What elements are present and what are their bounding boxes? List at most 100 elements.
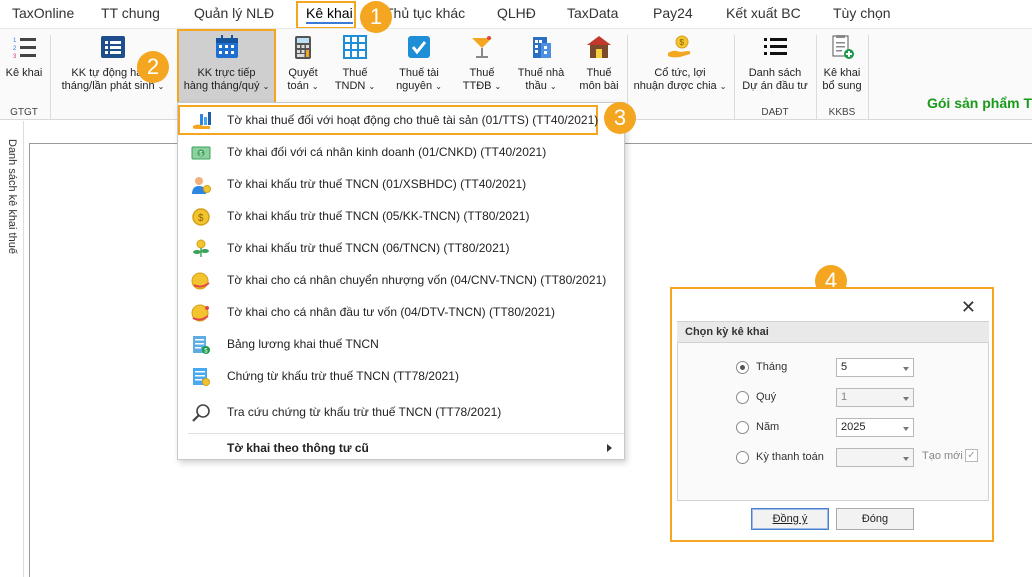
chevron-down-icon bbox=[903, 427, 909, 431]
dropdown-item-chung-tu[interactable]: Chứng từ khấu trừ thuế TNCN (TT78/2021) bbox=[178, 361, 624, 391]
group-daat: DAĐT bbox=[761, 107, 789, 118]
checkbox-icon bbox=[408, 36, 430, 58]
dropdown-item-06-tncn[interactable]: Tờ khai khấu trừ thuế TNCN (06/TNCN) (TT… bbox=[178, 233, 624, 263]
btn-ke-khai-bo-sung-label2: bổ sung bbox=[822, 80, 862, 92]
ribbon-divider bbox=[734, 35, 735, 119]
dropdown-item-04-cnv-tncn[interactable]: Tờ khai cho cá nhân chuyển nhượng vốn (0… bbox=[178, 265, 624, 295]
dropdown-item-05-kk-tncn[interactable]: $ Tờ khai khấu trừ thuế TNCN (05/KK-TNCN… bbox=[178, 201, 624, 231]
btn-danh-sach-du-an-label1: Danh sách bbox=[748, 67, 802, 79]
btn-thue-tndn-label2: TNDN bbox=[334, 80, 366, 92]
tao-moi-checkbox[interactable]: ✓ bbox=[965, 449, 978, 462]
list-numbered-icon: 1 2 3 bbox=[13, 38, 36, 60]
coin-invest-icon bbox=[191, 304, 209, 322]
svg-text:3: 3 bbox=[13, 54, 17, 60]
btn-danh-sach-du-an[interactable]: Danh sách Dự án đầu tư bbox=[737, 33, 813, 93]
btn-thue-mon-bai-label1: Thuế bbox=[586, 67, 612, 79]
radio-thang[interactable] bbox=[736, 361, 749, 374]
btn-thue-mon-bai-label2: môn bài bbox=[579, 80, 619, 92]
menu-ket-xuat-bc[interactable]: Kết xuất BC bbox=[726, 5, 801, 21]
table-grid-icon bbox=[343, 35, 367, 59]
chevron-right-icon bbox=[607, 444, 612, 452]
btn-thue-tndn[interactable]: Thuế TNDN ⌄ bbox=[331, 33, 379, 93]
dropdown-item-tra-cuu[interactable]: Tra cứu chứng từ khấu trừ thuế TNCN (TT7… bbox=[178, 397, 624, 427]
step-badge-1: 1 bbox=[360, 1, 392, 33]
menu-pay24[interactable]: Pay24 bbox=[653, 5, 693, 21]
radio-nam[interactable] bbox=[736, 421, 749, 434]
quarter-select[interactable]: 1 bbox=[836, 388, 914, 407]
dropdown-item-bang-luong[interactable]: $ Bảng lương khai thuế TNCN bbox=[178, 329, 624, 359]
dropdown-item-label: Tờ khai khấu trừ thuế TNCN (01/XSBHDC) (… bbox=[227, 177, 527, 191]
highlight-ke-khai bbox=[296, 1, 356, 29]
btn-thue-mon-bai[interactable]: Thuế môn bài bbox=[576, 33, 622, 93]
btn-quyet-toan-label1: Quyết bbox=[288, 67, 318, 79]
dropdown-kk-truc-tiep: Tờ khai thuế đối với hoạt động cho thuê … bbox=[177, 102, 625, 460]
group-gtgt: GTGT bbox=[10, 107, 38, 118]
document-add-icon bbox=[832, 35, 854, 59]
btn-ke-khai-bo-sung[interactable]: Kê khai bổ sung bbox=[819, 33, 865, 93]
close-button-label: Đóng bbox=[861, 513, 889, 525]
dialog-body: Tháng 5 Quý 1 Năm 2025 Kỳ thanh toán Tạo… bbox=[677, 343, 989, 501]
promo-text[interactable]: Gói sản phẩm T bbox=[927, 95, 1032, 111]
year-value: 2025 bbox=[841, 421, 866, 433]
menu-taxonline[interactable]: TaxOnline bbox=[12, 5, 74, 21]
person-coin-icon bbox=[192, 177, 211, 194]
close-button[interactable]: Đóng bbox=[836, 508, 914, 530]
dropdown-submenu-label: Tờ khai theo thông tư cũ bbox=[227, 441, 369, 455]
btn-quyet-toan[interactable]: Quyết toán ⌄ bbox=[282, 33, 324, 93]
menu-bar: TaxOnline TT chung Quản lý NLĐ Kê khai T… bbox=[0, 0, 1032, 28]
ok-button-label: Đồng ý bbox=[772, 513, 808, 525]
dropdown-item-label: Tờ khai khấu trừ thuế TNCN (06/TNCN) (TT… bbox=[227, 241, 510, 255]
calendar-icon bbox=[215, 35, 238, 58]
menu-tt-chung[interactable]: TT chung bbox=[101, 5, 160, 21]
month-value: 5 bbox=[841, 361, 848, 373]
btn-kk-truc-tiep[interactable]: KK trực tiếp hàng tháng/quý ⌄ bbox=[177, 29, 276, 107]
dropdown-item-01-tts[interactable]: Tờ khai thuế đối với hoạt động cho thuê … bbox=[178, 105, 598, 135]
btn-kk-truc-tiep-label1: KK trực tiếp bbox=[197, 67, 256, 79]
btn-thue-tndn-label1: Thuế bbox=[342, 67, 368, 79]
month-select[interactable]: 5 bbox=[836, 358, 914, 377]
quarter-value: 1 bbox=[841, 391, 848, 403]
ribbon-divider bbox=[816, 35, 817, 119]
dropdown-item-04-dtv-tncn[interactable]: Tờ khai cho cá nhân đầu tư vốn (04/DTV-T… bbox=[178, 297, 624, 327]
btn-thue-ttdb-label2: TTĐB bbox=[462, 80, 492, 92]
btn-ke-khai-bo-sung-label1: Kê khai bbox=[823, 67, 861, 79]
radio-ky-thanh-toan[interactable] bbox=[736, 451, 749, 464]
menu-thu-tuc-khac[interactable]: Thủ tục khác bbox=[385, 5, 465, 21]
radio-thang-label: Tháng bbox=[756, 361, 788, 373]
tao-moi-label: Tạo mới bbox=[922, 450, 963, 462]
dropdown-item-label: Tờ khai khấu trừ thuế TNCN (05/KK-TNCN) … bbox=[227, 209, 530, 223]
menu-tuy-chon[interactable]: Tùy chọn bbox=[833, 5, 891, 21]
btn-thue-tai-nguyen[interactable]: Thuế tài nguyên ⌄ bbox=[387, 33, 451, 93]
step-badge-2: 2 bbox=[137, 51, 169, 83]
year-select[interactable]: 2025 bbox=[836, 418, 914, 437]
close-icon[interactable]: ✕ bbox=[961, 297, 976, 318]
menu-quan-ly-nld[interactable]: Quản lý NLĐ bbox=[194, 5, 274, 21]
svg-text:1: 1 bbox=[13, 38, 17, 44]
btn-thue-ttdb-label1: Thuế bbox=[469, 67, 495, 79]
btn-thue-ttdb[interactable]: Thuế TTĐB ⌄ bbox=[459, 33, 505, 93]
chevron-down-icon bbox=[903, 367, 909, 371]
dropdown-item-label: Tờ khai cho cá nhân đầu tư vốn (04/DTV-T… bbox=[227, 305, 556, 319]
ribbon-divider bbox=[50, 35, 51, 119]
btn-co-tuc-label2: nhuận được chia bbox=[633, 80, 717, 92]
menu-qlhd[interactable]: QLHĐ bbox=[497, 5, 536, 21]
dropdown-item-thong-tu-cu[interactable]: Tờ khai theo thông tư cũ bbox=[178, 434, 624, 460]
dropdown-item-label: Tra cứu chứng từ khấu trừ thuế TNCN (TT7… bbox=[227, 405, 502, 419]
payment-period-select[interactable] bbox=[836, 448, 914, 467]
ok-button[interactable]: Đồng ý bbox=[751, 508, 829, 530]
dropdown-item-01-cnkd[interactable]: $ Tờ khai đối với cá nhân kinh doanh (01… bbox=[178, 137, 624, 167]
step-badge-3: 3 bbox=[604, 102, 636, 134]
btn-ke-khai-label: Kê khai bbox=[5, 67, 43, 79]
dropdown-item-01-xsbhdc[interactable]: Tờ khai khấu trừ thuế TNCN (01/XSBHDC) (… bbox=[178, 169, 624, 199]
svg-text:$: $ bbox=[198, 213, 204, 224]
btn-thue-tai-nguyen-label1: Thuế tài bbox=[399, 67, 439, 79]
btn-thue-nha-thau[interactable]: Thuế nhà thầu ⌄ bbox=[513, 33, 569, 93]
menu-taxdata[interactable]: TaxData bbox=[567, 5, 618, 21]
radio-quy[interactable] bbox=[736, 391, 749, 404]
dropdown-item-label: Chứng từ khấu trừ thuế TNCN (TT78/2021) bbox=[227, 369, 459, 383]
dropdown-item-label: Tờ khai thuế đối với hoạt động cho thuê … bbox=[227, 113, 599, 127]
sidebar-tab-danh-sach[interactable]: Danh sách kê khai thuế bbox=[6, 139, 18, 254]
btn-co-tuc[interactable]: $ Cổ tức, lợi nhuận được chia ⌄ bbox=[630, 33, 730, 93]
bulleted-list-icon bbox=[764, 38, 787, 55]
btn-ke-khai[interactable]: 1 2 3 Kê khai bbox=[2, 33, 46, 80]
